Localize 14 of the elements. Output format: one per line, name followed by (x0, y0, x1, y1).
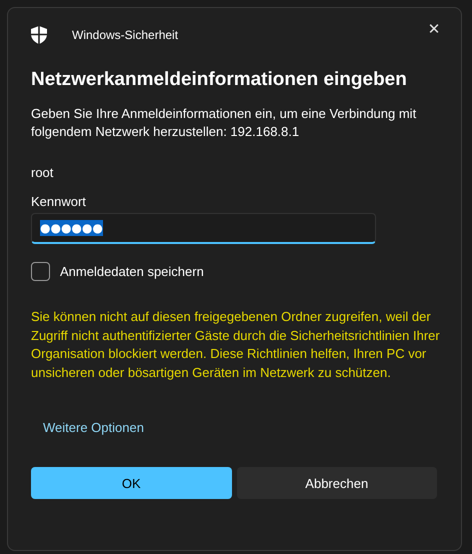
warning-text: Sie können nicht auf diesen freigegebenen Ordner zugreifen, weil der Zugriff nicht authentifizierter Gäste durch die Sicherheitsrichtlinien Ihrer Organisation blockiert werden. Diese Richtlinien helfen, Ihren PC vor unsicheren oder bösartigen Geräten im Netzwerk zu schützen. (31, 308, 441, 382)
shield-icon (31, 26, 47, 44)
dialog-heading: Netzwerkanmeldeinformationen eingeben (31, 69, 408, 91)
more-options-link[interactable]: Weitere Optionen (43, 420, 144, 436)
cancel-button[interactable]: Abbrechen (236, 467, 437, 500)
password-label: Kennwort (31, 194, 87, 209)
password-field[interactable]: ●●●●●● (31, 213, 376, 244)
ok-button[interactable]: OK (31, 467, 232, 500)
window-title: Windows-Sicherheit (72, 28, 178, 42)
checkbox[interactable] (31, 262, 50, 281)
username-text: root (31, 165, 54, 180)
checkbox-label[interactable]: Anmeldedaten speichern (60, 264, 204, 279)
description-text: Geben Sie Ihre Anmeldeinformationen ein, um eine Verbindung mit folgendem Netzwerk herzustellen: 192.168.8.1 (31, 105, 418, 141)
close-button[interactable]: ✕ (419, 14, 449, 44)
